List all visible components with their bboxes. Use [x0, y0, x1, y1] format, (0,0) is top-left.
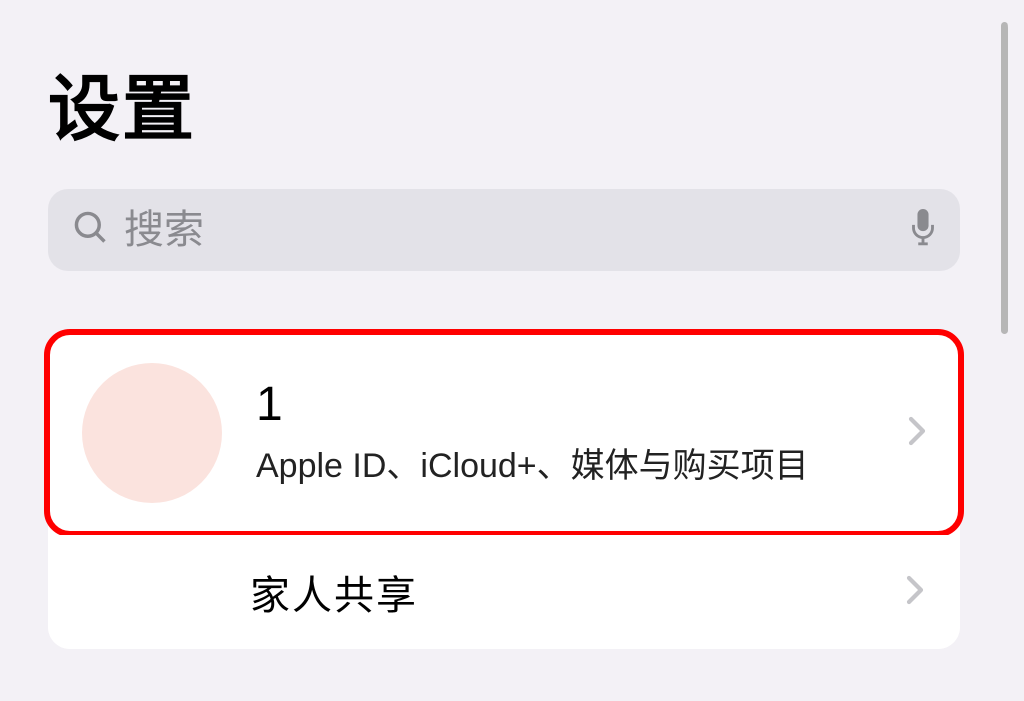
header: 设置	[0, 0, 1008, 175]
account-subtitle: Apple ID、iCloud+、媒体与购买项目	[256, 438, 888, 487]
search-input[interactable]	[124, 189, 896, 271]
account-info: 1 Apple ID、iCloud+、媒体与购买项目	[256, 379, 888, 487]
scroll-indicator[interactable]	[1001, 22, 1008, 334]
account-section: 1 Apple ID、iCloud+、媒体与购买项目 家人共享	[48, 329, 960, 649]
family-sharing-row[interactable]: 家人共享	[48, 535, 960, 649]
search-icon	[72, 209, 124, 252]
settings-page: 设置 1 Apple ID、iCloud+、媒体与购买项目	[0, 0, 1008, 690]
avatar	[82, 363, 222, 503]
chevron-right-icon	[908, 415, 926, 452]
account-name: 1	[256, 379, 888, 432]
page-title: 设置	[48, 50, 960, 155]
chevron-right-icon	[906, 574, 924, 611]
apple-id-row[interactable]: 1 Apple ID、iCloud+、媒体与购买项目	[44, 329, 964, 537]
mic-icon[interactable]	[896, 209, 936, 252]
search-bar[interactable]	[48, 189, 960, 271]
family-sharing-label: 家人共享	[250, 563, 886, 621]
